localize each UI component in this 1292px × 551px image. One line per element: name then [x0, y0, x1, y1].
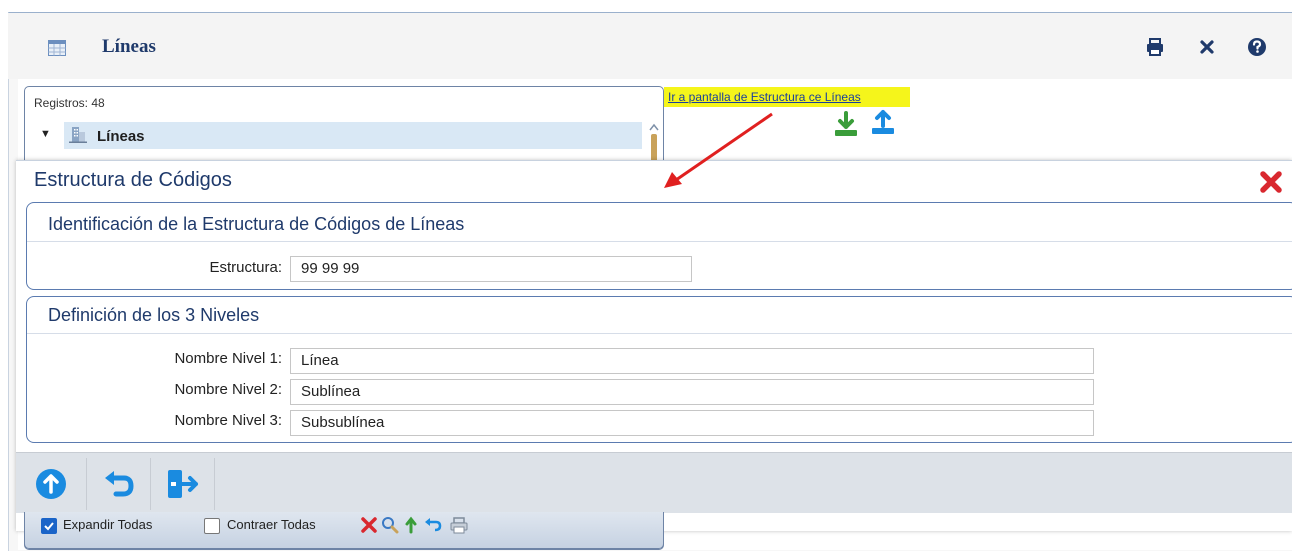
print-icon[interactable]: [1144, 36, 1166, 58]
level3-label: Nombre Nivel 3:: [174, 412, 282, 429]
collapse-all-label: Contraer Todas: [227, 517, 316, 532]
undo-icon: [105, 471, 134, 497]
dialog-title: Estructura de Códigos: [34, 169, 232, 191]
search-icon[interactable]: [381, 516, 399, 534]
expand-all-label: Expandir Todas: [63, 517, 153, 532]
title-bar: [8, 13, 1292, 79]
undo-button[interactable]: [88, 458, 151, 510]
check-icon: [44, 522, 54, 531]
close-icon[interactable]: [1196, 36, 1218, 58]
level2-input[interactable]: Sublínea: [290, 379, 1094, 405]
upload-icon[interactable]: [869, 108, 897, 136]
collapse-all-checkbox[interactable]: [204, 518, 220, 534]
go-to-structure-link[interactable]: Ir a pantalla de Estructura ce Líneas: [668, 90, 861, 104]
download-icon[interactable]: [832, 110, 860, 138]
level3-input[interactable]: Subsublínea: [290, 410, 1094, 436]
up-icon[interactable]: [404, 516, 418, 534]
scrollbar[interactable]: [648, 122, 660, 162]
building-icon: [69, 127, 87, 143]
level2-label: Nombre Nivel 2:: [174, 381, 282, 398]
level1-label: Nombre Nivel 1:: [174, 350, 282, 367]
caret-down-icon[interactable]: ▼: [40, 128, 51, 140]
records-count: Registros: 48: [34, 96, 105, 110]
window-title: Líneas: [102, 36, 156, 57]
exit-icon: [168, 470, 198, 498]
save-button[interactable]: [24, 458, 87, 510]
table-icon: [48, 40, 66, 56]
divider: [27, 241, 1292, 242]
expand-all-checkbox[interactable]: [41, 518, 57, 534]
structure-input[interactable]: 99 99 99: [290, 256, 692, 282]
arrow-up-circle-icon: [36, 469, 66, 499]
tree-root-row[interactable]: [64, 122, 642, 149]
tree-root-label: Líneas: [97, 128, 145, 145]
divider: [27, 333, 1292, 334]
section-title: Identificación de la Estructura de Códig…: [48, 214, 465, 234]
level1-input[interactable]: Línea: [290, 348, 1094, 374]
exit-button[interactable]: [152, 458, 215, 510]
structure-label: Estructura:: [209, 259, 282, 276]
help-icon[interactable]: [1246, 36, 1268, 58]
print-icon[interactable]: [449, 516, 469, 534]
close-icon[interactable]: [1257, 168, 1285, 196]
section-title: Definición de los 3 Niveles: [48, 305, 260, 325]
delete-icon[interactable]: [360, 516, 378, 534]
undo-icon[interactable]: [424, 516, 442, 534]
